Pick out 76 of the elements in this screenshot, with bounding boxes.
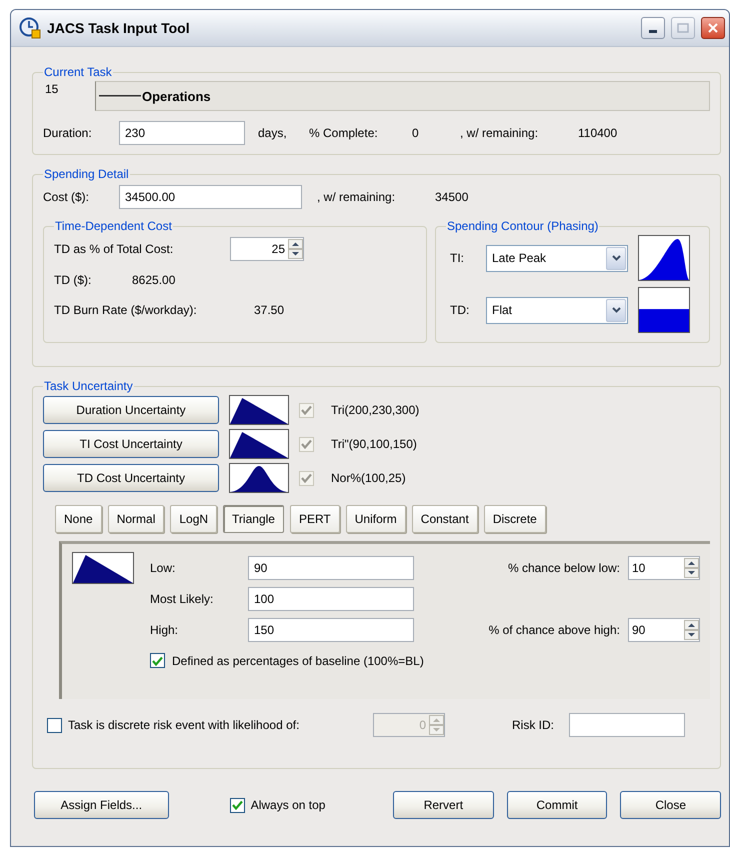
checkmark-icon (301, 473, 312, 483)
value-text: 8625.00 (132, 273, 176, 287)
task-name: Operations (142, 88, 211, 104)
task-number: 15 (44, 82, 60, 96)
field-label: Cost ($): (43, 190, 90, 204)
minimize-icon (649, 30, 657, 33)
minimize-button[interactable] (641, 17, 665, 39)
distribution-formula: Tri(200,230,300) (331, 403, 420, 417)
high-field[interactable]: 150 (248, 618, 414, 642)
duration-field[interactable]: 230 (119, 121, 245, 145)
field-label: % Complete: (309, 126, 379, 140)
spinner-arrows-icon (684, 558, 699, 578)
field-label: % chance below low: (508, 560, 620, 574)
most-likely-field[interactable]: 100 (248, 586, 414, 610)
checkbox-label: Always on top (250, 798, 326, 812)
checkmark-icon (301, 439, 312, 449)
group-title: Spending Detail (44, 167, 129, 181)
dialog-button[interactable]: Close (620, 791, 721, 819)
spinner-arrows-icon (288, 239, 303, 259)
distribution-tab[interactable]: Constant (412, 505, 478, 533)
dialog-button[interactable]: Commit (506, 791, 608, 819)
field-label: TD: (450, 303, 470, 317)
field-label: , w/ remaining: (317, 190, 396, 204)
distribution-tab[interactable]: PERT (290, 505, 340, 533)
field-label: TD ($): (54, 273, 92, 287)
dropdown[interactable]: Flat (486, 296, 628, 324)
group-title: Spending Contour (Phasing) (447, 219, 598, 233)
checkmark-icon (152, 656, 163, 666)
dropdown[interactable]: Late Peak (486, 244, 628, 272)
checkbox-label: Task is discrete risk event with likelihood of: (68, 718, 300, 732)
checkmark-icon (232, 800, 243, 810)
tree-line-icon (99, 94, 141, 98)
low-field[interactable]: 90 (248, 556, 414, 580)
dialog-button[interactable]: Rervert (393, 791, 494, 819)
group-title: Time-Dependent Cost (55, 219, 172, 233)
group-title: Current Task (44, 65, 112, 79)
checkbox[interactable] (230, 798, 245, 812)
distribution-formula: Nor%(100,25) (331, 471, 406, 485)
group-title: Task Uncertainty (44, 379, 133, 393)
field-label: TD Burn Rate ($/workday): (54, 303, 198, 317)
distribution-tab[interactable]: None (55, 505, 102, 533)
cost-field[interactable]: 34500.00 (119, 185, 302, 209)
checkmark-icon (301, 405, 312, 415)
field-label: TD as % of Total Cost: (54, 242, 174, 256)
field-label: Risk ID: (512, 718, 555, 732)
distribution-tab[interactable]: Uniform (346, 505, 406, 533)
distribution-tab[interactable]: Triangle (223, 505, 284, 533)
value-text: 34500 (435, 190, 468, 204)
close-button[interactable] (701, 17, 725, 39)
risk-id-field[interactable] (569, 713, 685, 737)
spinner-arrows-icon (684, 620, 699, 640)
field-label: Duration: (43, 126, 93, 140)
unit-label: days, (258, 126, 288, 140)
chevron-down-icon (612, 307, 620, 313)
field-label: Low: (150, 560, 176, 574)
value-text: 37.50 (254, 303, 284, 317)
field-label: % of chance above high: (488, 622, 620, 636)
distribution-tab[interactable]: Normal (108, 505, 164, 533)
assign-fields-button[interactable]: Assign Fields... (34, 791, 169, 819)
value-text: 110400 (578, 126, 618, 140)
checkbox-label: Defined as percentages of baseline (100%=BL) (172, 654, 424, 668)
close-icon (708, 23, 718, 33)
field-label: Most Likely: (150, 592, 214, 606)
chevron-down-icon (612, 255, 620, 261)
clock-icon (19, 17, 41, 39)
window-title: JACS Task Input Tool (47, 20, 191, 36)
checkbox[interactable] (47, 718, 62, 732)
distribution-formula: Tri"(90,100,150) (331, 437, 417, 451)
distribution-tab[interactable]: Discrete (484, 505, 546, 533)
field-label: TI: (450, 251, 465, 265)
field-label: High: (150, 622, 180, 636)
checkbox[interactable] (150, 653, 165, 668)
field-label: , w/ remaining: (460, 126, 540, 140)
value-text: 0 (412, 126, 420, 140)
maximize-icon (677, 23, 689, 33)
distribution-tab[interactable]: LogN (170, 505, 218, 533)
